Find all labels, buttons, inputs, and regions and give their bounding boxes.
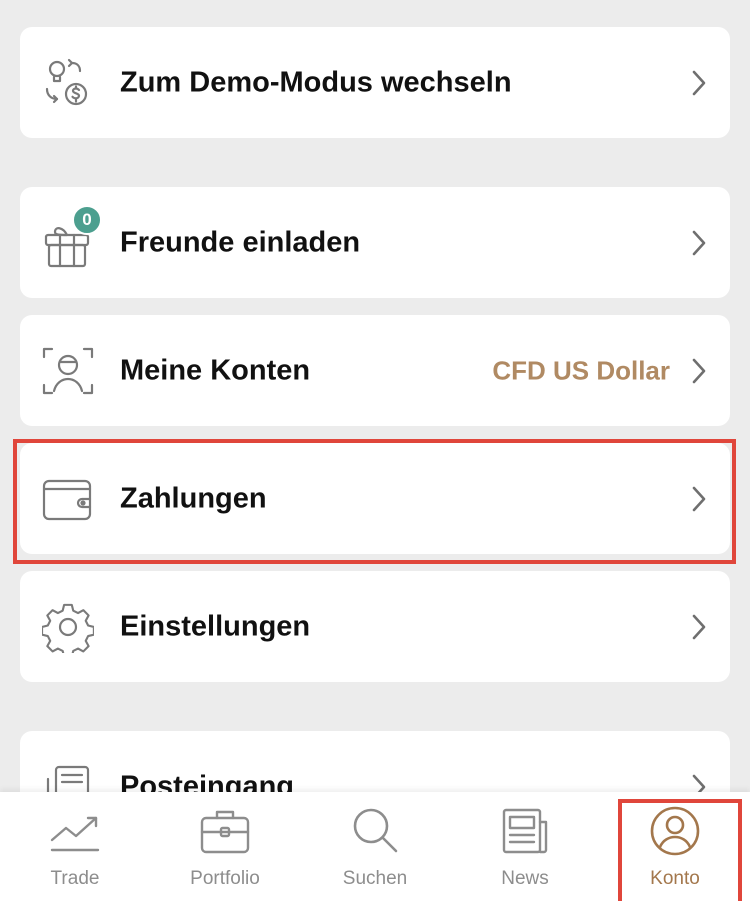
tab-search-label: Suchen: [342, 868, 408, 889]
chevron-right-icon: [688, 228, 710, 258]
account-scan-icon: [42, 345, 94, 397]
tab-konto-label: Konto: [650, 868, 700, 889]
tab-trade[interactable]: Trade: [0, 792, 150, 901]
chevron-right-icon: [688, 356, 710, 386]
payments-row[interactable]: Zahlungen: [20, 443, 730, 554]
chevron-right-icon: [688, 68, 710, 98]
wallet-icon: [42, 473, 94, 525]
my-accounts-row[interactable]: Meine Konten CFD US Dollar: [20, 315, 730, 426]
tab-portfolio[interactable]: Portfolio: [150, 792, 300, 901]
chevron-right-icon: [688, 484, 710, 514]
user-icon: [648, 804, 702, 858]
invite-friends-label: Freunde einladen: [120, 226, 361, 258]
current-account-value: CFD US Dollar: [492, 355, 670, 385]
tab-trade-label: Trade: [50, 868, 100, 889]
bottom-tab-bar: Trade Portfolio Suchen News Konto: [0, 792, 750, 901]
tab-news[interactable]: News: [450, 792, 600, 901]
settings-label: Einstellungen: [120, 610, 311, 642]
trend-icon: [48, 804, 102, 858]
tab-news-label: News: [501, 868, 549, 889]
newspaper-icon: [498, 804, 552, 858]
demo-switch-icon: [42, 57, 94, 109]
briefcase-icon: [198, 804, 252, 858]
demo-mode-row[interactable]: Zum Demo-Modus wechseln: [20, 27, 730, 138]
tab-portfolio-label: Portfolio: [190, 868, 260, 889]
tab-search[interactable]: Suchen: [300, 792, 450, 901]
invite-friends-row[interactable]: 0 Freunde einladen: [20, 187, 730, 298]
demo-mode-label: Zum Demo-Modus wechseln: [120, 66, 512, 98]
gear-icon: [42, 601, 94, 653]
payments-label: Zahlungen: [120, 482, 267, 514]
chevron-right-icon: [688, 612, 710, 642]
search-icon: [348, 804, 402, 858]
tab-konto[interactable]: Konto: [600, 792, 750, 901]
my-accounts-label: Meine Konten: [120, 354, 311, 386]
invite-count-badge: 0: [72, 205, 102, 235]
settings-row[interactable]: Einstellungen: [20, 571, 730, 682]
